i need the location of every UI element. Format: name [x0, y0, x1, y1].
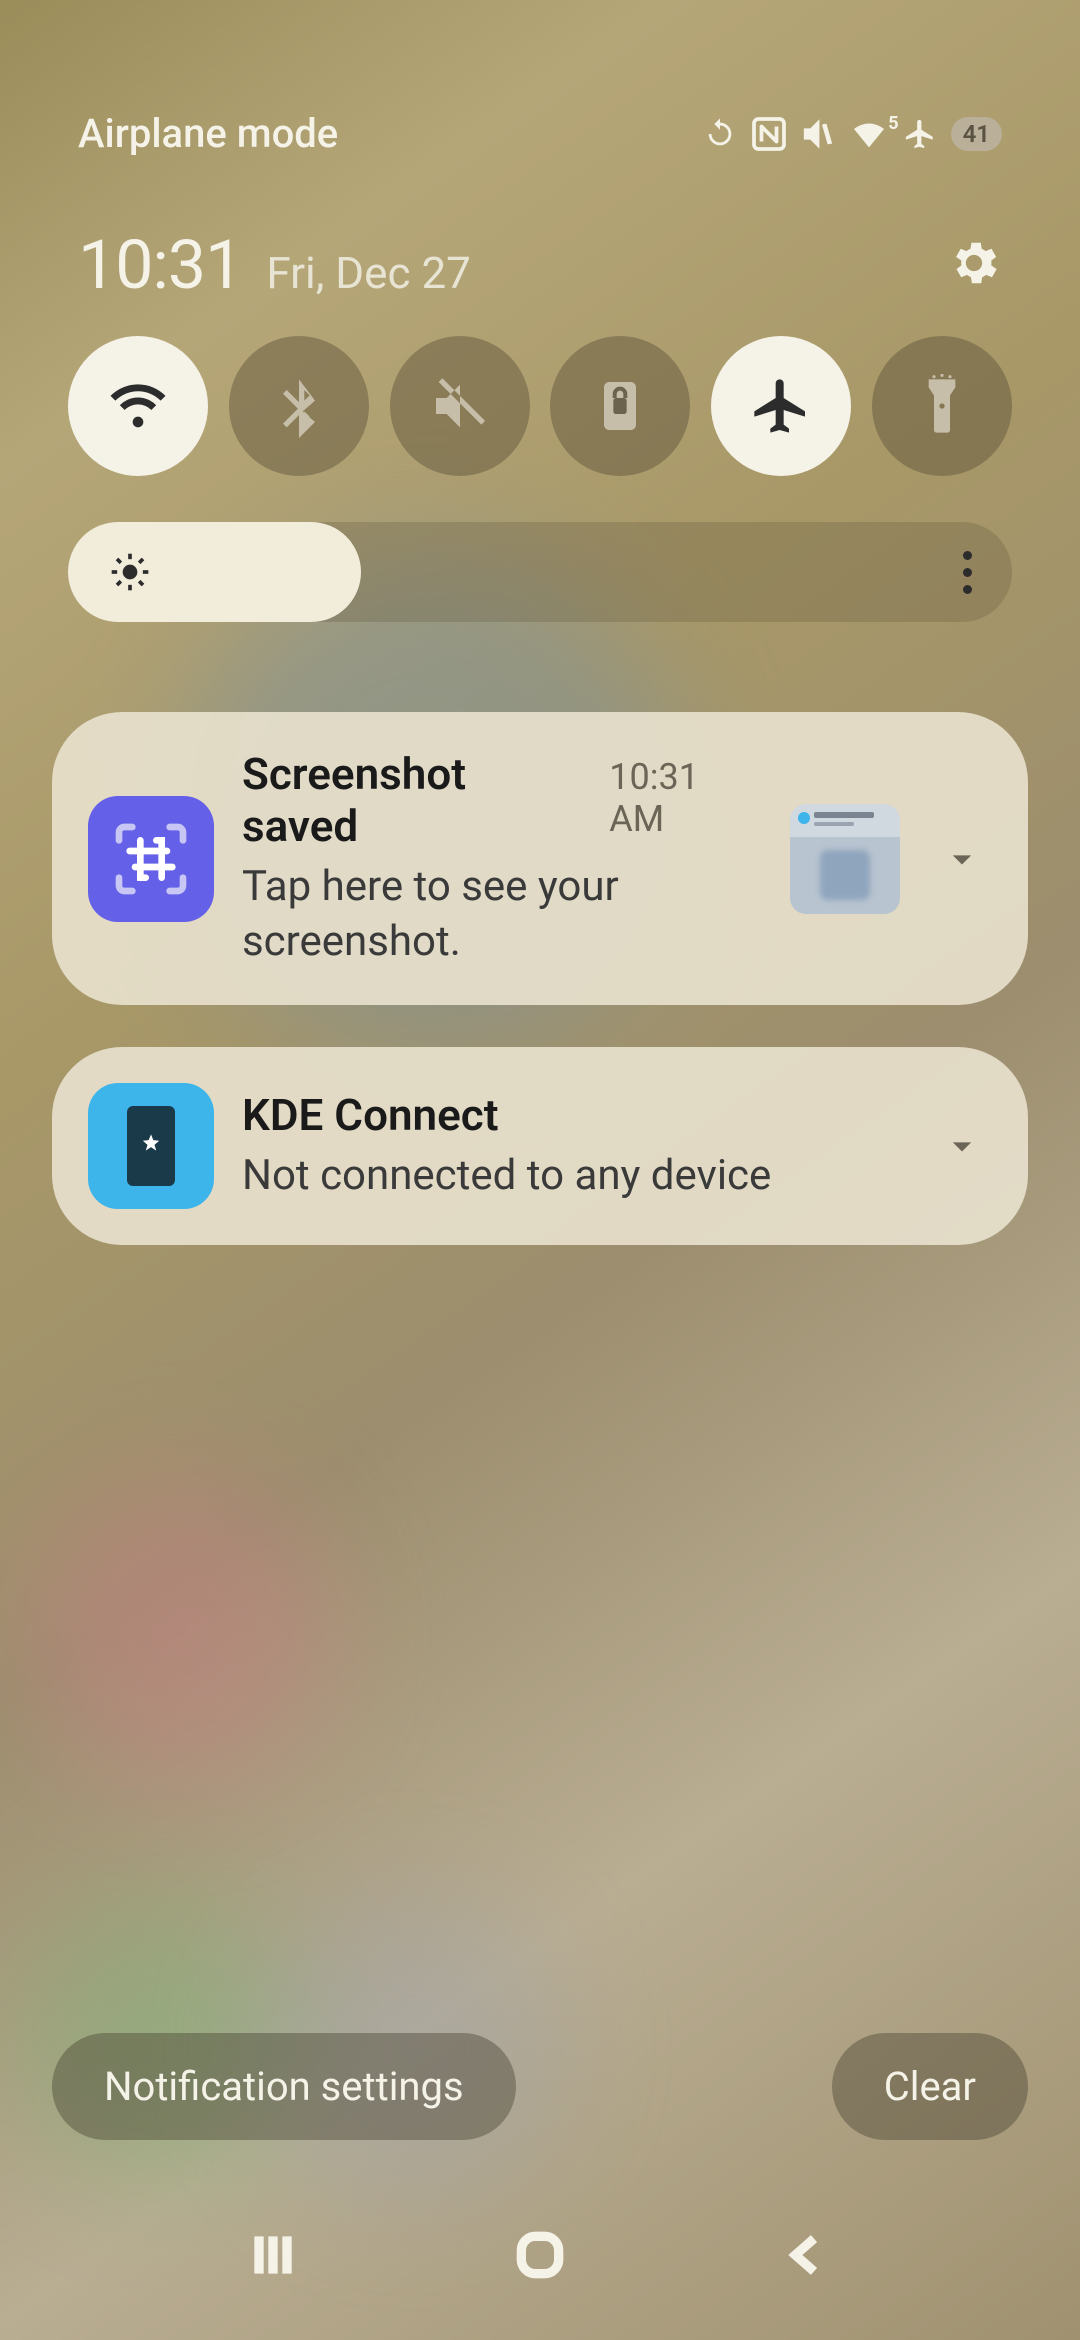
brightness-slider[interactable]: [68, 522, 1012, 622]
expand-button[interactable]: [940, 1124, 984, 1168]
notification-title: KDE Connect: [242, 1089, 499, 1141]
recents-icon: [245, 2227, 301, 2283]
qs-header: 10:31 Fri, Dec 27: [78, 225, 1002, 305]
notification-kdeconnect[interactable]: KDE Connect Not connected to any device: [52, 1047, 1028, 1245]
status-bar: Airplane mode 5 41: [0, 110, 1080, 157]
settings-button[interactable]: [946, 235, 1002, 295]
brightness-fill: [68, 522, 361, 622]
notification-content: KDE Connect Not connected to any device: [242, 1089, 900, 1204]
notification-content: Screenshot saved 10:31 AM Tap here to se…: [242, 748, 762, 969]
airplane-icon: [749, 374, 813, 438]
clock-date[interactable]: Fri, Dec 27: [266, 247, 471, 299]
rotation-lock-icon: [588, 374, 652, 438]
home-icon: [512, 2227, 568, 2283]
navigation-bar: [0, 2220, 1080, 2290]
notification-body: Tap here to see your screenshot.: [242, 860, 762, 969]
clear-all-button[interactable]: Clear: [832, 2033, 1028, 2140]
wifi-icon: [106, 374, 170, 438]
gear-icon: [946, 235, 1002, 291]
kdeconnect-app-icon: [88, 1083, 214, 1209]
notification-screenshot[interactable]: Screenshot saved 10:31 AM Tap here to se…: [52, 712, 1028, 1005]
notification-body: Not connected to any device: [242, 1149, 900, 1204]
qs-mute-toggle[interactable]: [390, 336, 530, 476]
quick-settings-row: [68, 336, 1012, 476]
qs-rotation-lock-toggle[interactable]: [550, 336, 690, 476]
sync-icon: [703, 117, 737, 151]
bottom-actions: Notification settings Clear: [52, 2033, 1028, 2140]
recents-button[interactable]: [238, 2220, 308, 2290]
nfc-icon: [751, 116, 787, 152]
qs-airplane-toggle[interactable]: [711, 336, 851, 476]
notification-time: 10:31 AM: [609, 756, 762, 840]
qs-bluetooth-toggle[interactable]: [229, 336, 369, 476]
notification-settings-button[interactable]: Notification settings: [52, 2033, 516, 2140]
back-button[interactable]: [772, 2220, 842, 2290]
clock-time[interactable]: 10:31: [78, 225, 242, 305]
mute-icon: [428, 374, 492, 438]
screenshot-app-icon: [88, 796, 214, 922]
notification-list: Screenshot saved 10:31 AM Tap here to se…: [52, 712, 1028, 1245]
back-icon: [779, 2227, 835, 2283]
qs-flashlight-toggle[interactable]: [872, 336, 1012, 476]
carrier-label: Airplane mode: [78, 110, 338, 157]
wifi-band-label: 5: [888, 113, 898, 134]
notification-title: Screenshot saved: [242, 748, 591, 852]
expand-button[interactable]: [940, 837, 984, 881]
wifi-icon: 5: [849, 117, 889, 151]
bluetooth-icon: [267, 374, 331, 438]
battery-indicator: 41: [951, 117, 1002, 151]
chevron-down-icon: [940, 1124, 984, 1168]
qs-wifi-toggle[interactable]: [68, 336, 208, 476]
brightness-icon: [108, 550, 152, 594]
notification-thumbnail: [790, 804, 900, 914]
flashlight-icon: [910, 374, 974, 438]
mute-icon: [801, 117, 835, 151]
home-button[interactable]: [505, 2220, 575, 2290]
brightness-more-button[interactable]: [963, 551, 972, 594]
status-icons: 5 41: [703, 116, 1002, 152]
chevron-down-icon: [940, 837, 984, 881]
airplane-icon: [903, 117, 937, 151]
